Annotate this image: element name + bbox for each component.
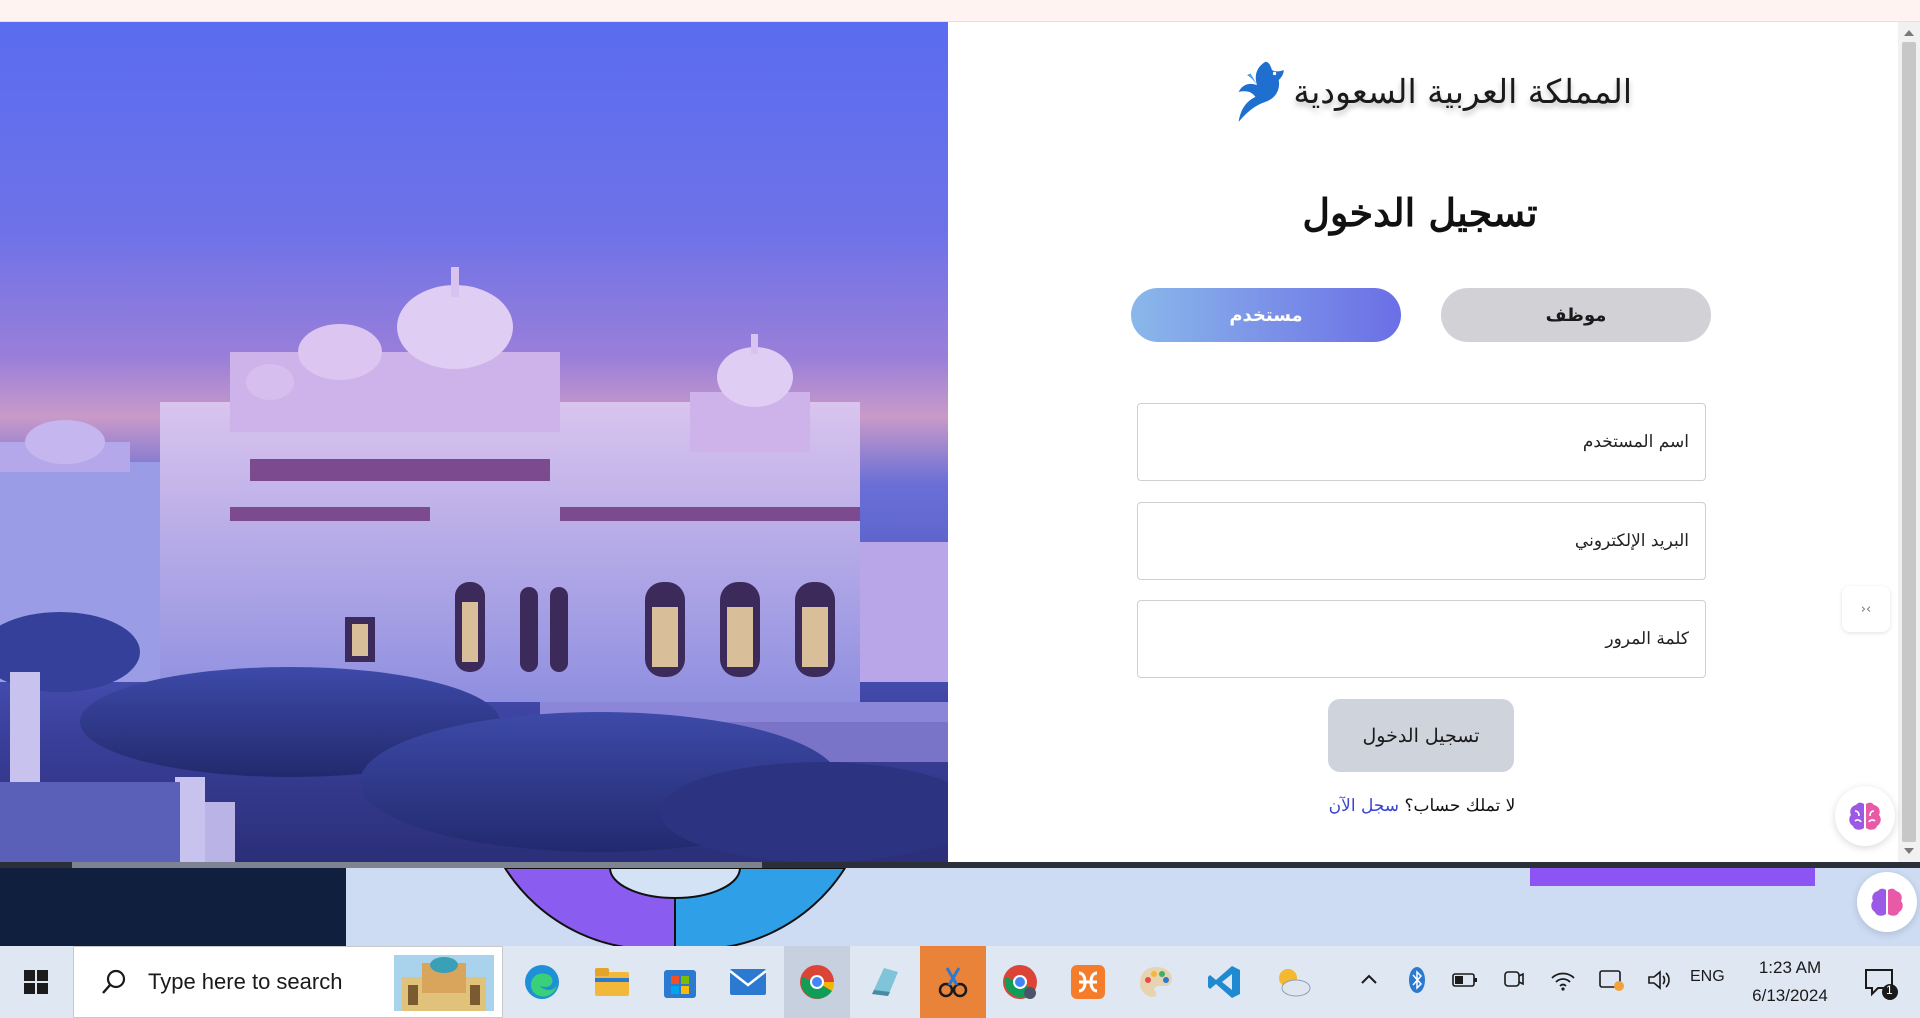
background-panel-dark	[0, 868, 346, 946]
page-scrollbar[interactable]	[1898, 22, 1920, 862]
brain-icon	[1849, 802, 1881, 830]
start-button[interactable]	[0, 946, 72, 1018]
code-toggle-button[interactable]: ›‹	[1842, 586, 1890, 632]
brain-icon	[1871, 888, 1903, 916]
username-input[interactable]	[1137, 403, 1706, 481]
password-input[interactable]	[1137, 600, 1706, 678]
paint-icon[interactable]	[1134, 960, 1178, 1004]
file-explorer-icon[interactable]	[590, 960, 634, 1004]
battery-icon[interactable]	[1452, 972, 1478, 988]
brand-name: المملكة العربية السعودية	[1293, 71, 1632, 111]
search-highlight-illustration	[394, 955, 494, 1011]
weather-icon[interactable]	[1270, 960, 1314, 1004]
signup-prompt-text: لا تملك حساب؟	[1404, 796, 1516, 816]
meet-now-icon[interactable]	[1502, 968, 1524, 992]
bluetooth-icon[interactable]	[1408, 966, 1426, 994]
hero-palace-image	[0, 22, 948, 862]
xampp-icon[interactable]	[1066, 960, 1110, 1004]
windows-logo-icon	[24, 970, 48, 994]
microsoft-store-icon[interactable]	[658, 960, 702, 1004]
wifi-icon[interactable]	[1550, 968, 1576, 992]
chrome-icon[interactable]	[795, 960, 839, 1004]
scroll-down-arrow-icon[interactable]	[1904, 848, 1914, 854]
brand-header: المملكة العربية السعودية	[1232, 50, 1632, 132]
windows-taskbar: Type here to search ENG 1:23 AM 6/13/202…	[0, 946, 1920, 1018]
login-submit-button[interactable]: تسجيل الدخول	[1328, 699, 1514, 772]
language-indicator[interactable]: ENG	[1690, 968, 1725, 986]
volume-icon[interactable]	[1646, 968, 1672, 992]
background-window	[0, 862, 1920, 946]
signup-link[interactable]: سجل الآن	[1329, 796, 1399, 816]
scroll-thumb[interactable]	[1902, 42, 1916, 842]
background-purple-bar	[1530, 868, 1815, 886]
search-placeholder: Type here to search	[148, 969, 343, 994]
tab-user[interactable]: مستخدم	[1131, 288, 1401, 342]
notification-icon	[1865, 969, 1898, 1000]
code-toggle-icon: ›‹	[1860, 601, 1872, 617]
edge-icon[interactable]	[520, 960, 564, 1004]
search-icon	[102, 969, 126, 994]
assistant-button[interactable]	[1835, 786, 1895, 846]
notepad-icon[interactable]	[862, 960, 906, 1004]
clock-date: 6/13/2024	[1752, 986, 1828, 1005]
background-donut-chart	[503, 868, 847, 946]
assistant-button-2[interactable]	[1857, 872, 1917, 932]
screen: المملكة العربية السعودية تسجيل الدخول مس…	[0, 0, 1920, 1018]
chrome-profile-icon[interactable]	[998, 960, 1042, 1004]
email-input[interactable]	[1137, 502, 1706, 580]
scroll-up-arrow-icon[interactable]	[1904, 30, 1914, 36]
clock-time: 1:23 AM	[1758, 958, 1822, 977]
browser-top-strip	[0, 0, 1920, 22]
chevron-up-icon[interactable]	[1360, 972, 1378, 986]
network-warning-icon[interactable]	[1598, 966, 1626, 994]
notification-count: 1	[1886, 983, 1893, 997]
mail-icon[interactable]	[726, 960, 770, 1004]
snipping-tool-icon[interactable]	[931, 960, 975, 1004]
page-title: تسجيل الدخول	[1302, 190, 1538, 235]
signup-prompt: لا تملك حساب؟ سجل الآن	[1230, 796, 1614, 816]
system-clock[interactable]: 1:23 AM 6/13/2024	[1740, 954, 1840, 1010]
tab-employee[interactable]: موظف	[1441, 288, 1711, 342]
notification-center-button[interactable]: 1	[1858, 960, 1902, 1004]
vscode-icon[interactable]	[1202, 960, 1246, 1004]
taskbar-search[interactable]: Type here to search	[73, 946, 503, 1018]
bird-logo-icon	[1238, 61, 1284, 122]
